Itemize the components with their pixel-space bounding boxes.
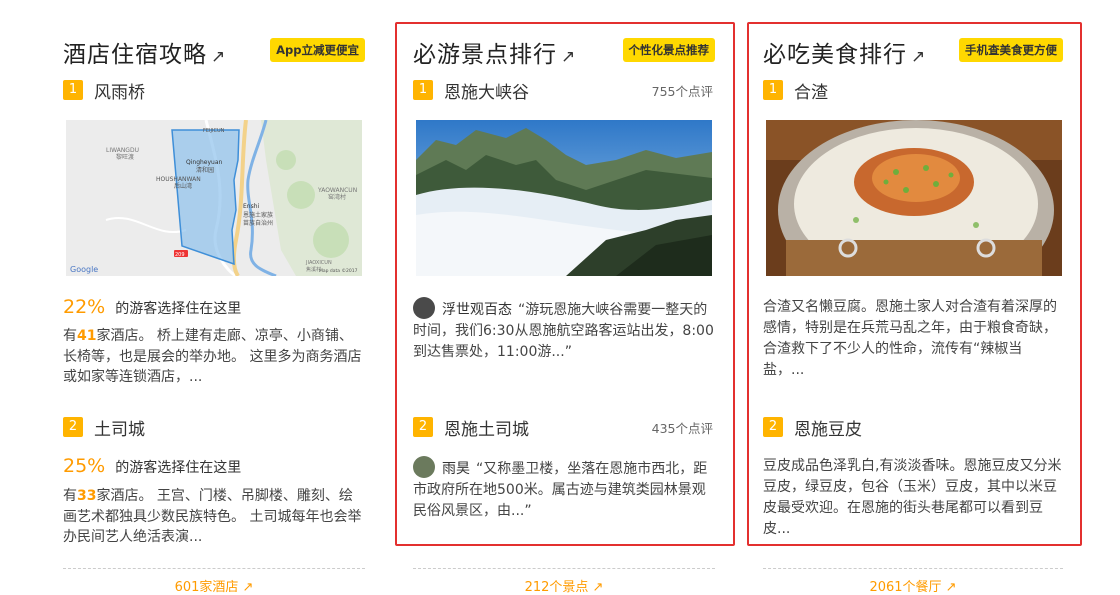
map-label: HOUSHANWAN [156,176,201,183]
hotel-column: 酒店住宿攻略 ↗ App立减更便宜 1 风雨桥 LIWANGDU 黎旺渡 FEIJ… [63,0,365,595]
external-link-icon[interactable]: ↗ [211,47,226,67]
hezha-image [766,120,1062,276]
more-restaurants-link[interactable]: 2061个餐厅 ↗ [763,576,1063,595]
hotel-area-name[interactable]: 土司城 [94,415,145,440]
sight-review: 雨昊 “又称墨卫楼，坐落在恩施市西北，距市政府所在地500米。属古迹与建筑类园林景… [413,456,715,522]
map-label: YAOWANCUN [317,187,357,194]
map-label: FEIJICUN [203,128,225,134]
sights-title[interactable]: 必游景点排行 [413,42,557,68]
hotel-count: 41 [77,328,97,344]
hotel-item-2[interactable]: 2 土司城 [63,415,365,440]
food-name[interactable]: 合渣 [794,78,828,103]
review-count[interactable]: 755个点评 [652,81,713,100]
hotel-header: 酒店住宿攻略 ↗ App立减更便宜 [63,35,365,68]
rank-badge: 2 [63,417,83,437]
food-name[interactable]: 恩施豆皮 [794,415,862,440]
user-avatar[interactable] [413,297,435,319]
percent-text: 的游客选择住在这里 [115,301,242,317]
percent-text: 的游客选择住在这里 [115,460,242,476]
sights-header: 必游景点排行 ↗ 个性化景点推荐 [413,35,715,68]
hotel-description: 有33家酒店。 王宫、门楼、吊脚楼、雕刻、绘画艺术都独具少数民族特色。 土司城每… [63,488,362,545]
food-column: 必吃美食排行↗ 手机查美食更方便 1 合渣 合渣又名懒豆腐。恩施土家人对合渣有 [763,0,1063,595]
map-label: 清和园 [196,166,214,174]
map-label: JIAOXICUN [305,260,332,266]
sight-review: 浮世观百态 “游玩恩施大峡谷需要一整天的时间，我们6:30从恩施航空路客运站出发，… [413,297,715,363]
road-label: 209 [175,252,185,258]
map-label: Qingheyuan [186,159,223,166]
app-discount-badge[interactable]: App立减更便宜 [270,38,365,62]
map-label: 黎旺渡 [116,153,134,161]
percent-line: 22% 的游客选择住在这里 [63,296,365,322]
rank-badge: 2 [413,417,433,437]
sight-item-1[interactable]: 1 恩施大峡谷 755个点评 [413,78,715,103]
external-link-icon[interactable]: ↗ [911,47,926,67]
food-description: 豆皮成品色泽乳白,有淡淡香味。恩施豆皮又分米豆皮，绿豆皮，包谷（玉米）豆皮，其中… [763,458,1062,537]
food-title[interactable]: 必吃美食排行 [763,42,907,68]
grand-canyon-photo[interactable] [416,120,712,276]
percent-value: 22% [63,296,106,318]
more-sights-link[interactable]: 212个景点 ↗ [413,576,715,595]
map-label: Enshi [243,203,260,210]
hotel-title-link[interactable]: 酒店住宿攻略 ↗ [63,35,226,69]
personalized-sights-badge[interactable]: 个性化景点推荐 [622,38,715,62]
more-hotels-link[interactable]: 601家酒店 ↗ [63,576,365,595]
hotel-description: 有41家酒店。 桥上建有走廊、凉亭、小商铺、长椅等，也是展会的举办地。 这里多为… [63,328,362,385]
sight-name[interactable]: 恩施大峡谷 [444,78,529,103]
review-count[interactable]: 435个点评 [652,418,713,437]
sights-title-link[interactable]: 必游景点排行 ↗ [413,35,576,69]
percent-value: 25% [63,455,106,477]
map-label: 窑湾村 [328,193,346,201]
map-label: 苗族自治州 [243,219,273,227]
mobile-food-badge[interactable]: 手机查美食更方便 [959,38,1063,62]
sight-item-2[interactable]: 2 恩施土司城 435个点评 [413,415,715,440]
food-description: 合渣又名懒豆腐。恩施土家人对合渣有着深厚的感情，特别是在兵荒马乱之年，由于粮食奇… [763,299,1057,378]
divider [63,568,365,569]
reviewer-name[interactable]: 浮世观百态 [442,302,512,318]
rank-badge: 2 [763,417,783,437]
google-logo: Google [70,265,98,274]
food-photo[interactable] [766,120,1062,276]
sight-name[interactable]: 恩施土司城 [444,415,529,440]
area-map[interactable]: LIWANGDU 黎旺渡 FEIJICUN Qingheyuan 清和园 HOU… [66,120,362,276]
divider [413,568,715,569]
food-header: 必吃美食排行 ↗ 手机查美食更方便 [763,35,1063,68]
user-avatar[interactable] [413,456,435,478]
reviewer-name[interactable]: 雨昊 [442,461,470,477]
map-label: 恩施土家族 [243,211,273,219]
hotel-title[interactable]: 酒店住宿攻略 [63,42,207,68]
canyon-image [416,120,712,276]
map-label: LIWANGDU [106,147,139,154]
map-attribution: Map data ©2017 [319,267,358,274]
food-item-2[interactable]: 2 恩施豆皮 [763,415,1063,440]
percent-line: 25% 的游客选择住在这里 [63,455,365,481]
rank-badge: 1 [763,80,783,100]
hotel-item-1[interactable]: 1 风雨桥 [63,78,365,103]
map-graphic: LIWANGDU 黎旺渡 FEIJICUN Qingheyuan 清和园 HOU… [66,120,362,276]
hotel-count: 33 [77,488,97,504]
food-title-link[interactable]: 必吃美食排行 ↗ [763,35,926,69]
external-link-icon[interactable]: ↗ [561,47,576,67]
rank-badge: 1 [413,80,433,100]
divider [763,568,1063,569]
hotel-area-name[interactable]: 风雨桥 [94,78,145,103]
map-label: 后山湾 [174,182,192,190]
rank-badge: 1 [63,80,83,100]
sights-column: 必游景点排行 ↗ 个性化景点推荐 1 恩施大峡谷 755个点评 浮世观百态 “游玩恩… [413,0,715,595]
food-item-1[interactable]: 1 合渣 [763,78,1063,103]
